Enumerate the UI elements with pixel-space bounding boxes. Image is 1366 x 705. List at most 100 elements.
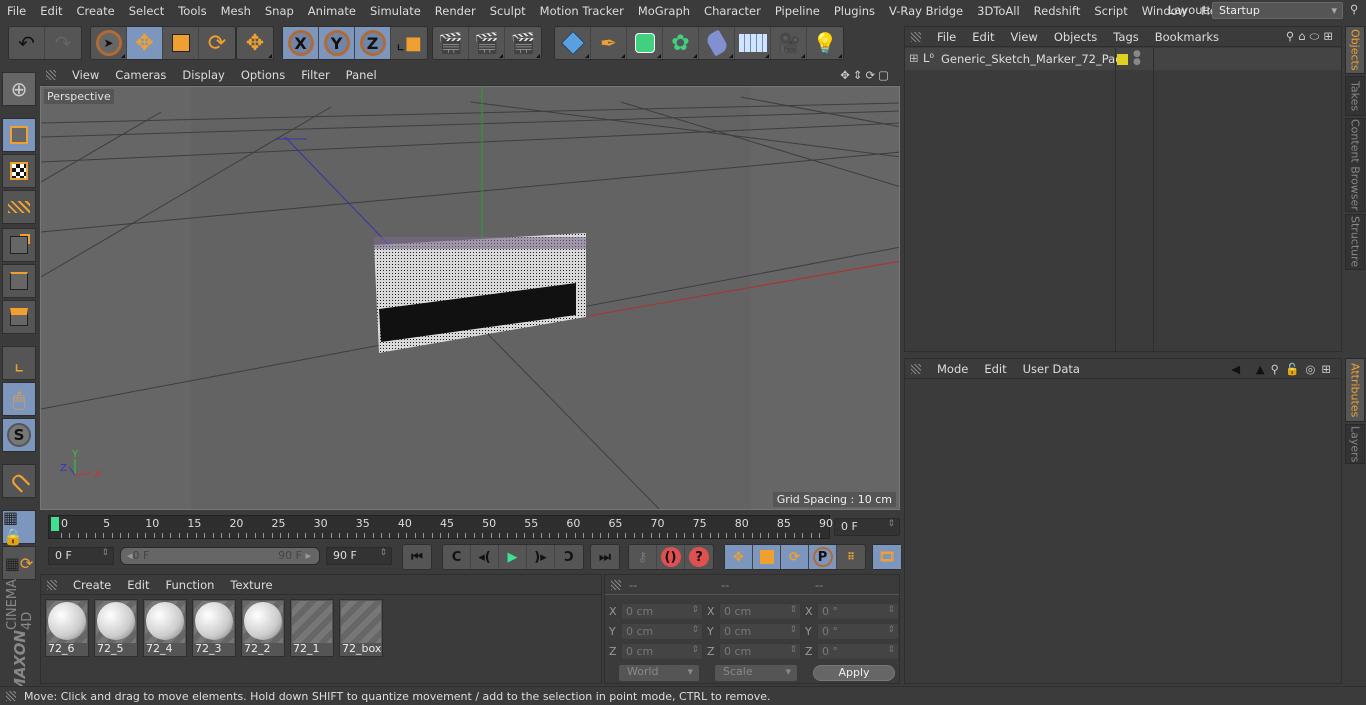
camera-button[interactable]: 🎥 (771, 27, 807, 59)
key-pla-button[interactable]: ⠿ (837, 545, 865, 569)
edges-mode-button[interactable] (2, 264, 36, 298)
menu-mograph[interactable]: MoGraph (631, 4, 697, 18)
autokey-button[interactable]: () (657, 545, 685, 569)
menu-mesh[interactable]: Mesh (214, 4, 258, 18)
cube-button[interactable] (555, 27, 591, 59)
floor-button[interactable] (735, 27, 771, 59)
key-scale-button[interactable] (753, 545, 781, 569)
scale-tool-button[interactable] (163, 27, 199, 59)
coordinate-rot-field[interactable]: 0 ° (817, 603, 899, 620)
record-keys-button[interactable]: ⚷ (629, 545, 657, 569)
menu-render[interactable]: Render (428, 4, 483, 18)
coordinate-pos-field[interactable]: 0 cm (621, 603, 703, 620)
panel-grip-icon[interactable] (47, 579, 57, 590)
layout-select[interactable]: Startup (1212, 2, 1343, 19)
visibility-dots-icon[interactable]: ● ● (1133, 50, 1141, 67)
menu-create[interactable]: Create (70, 4, 122, 18)
texture-mode-button[interactable] (2, 154, 36, 188)
model-mode-button[interactable] (2, 118, 36, 152)
pen-button[interactable]: ✒ (591, 27, 627, 59)
live-select-button[interactable]: ➤ (91, 27, 127, 59)
panel-grip-icon[interactable] (911, 31, 921, 42)
key-position-button[interactable]: ✥ (725, 545, 753, 569)
search-icon[interactable]: ⚲ (1350, 2, 1358, 16)
menu-pipeline[interactable]: Pipeline (768, 4, 827, 18)
material-menu-edit[interactable]: Edit (119, 578, 157, 592)
menu-snap[interactable]: Snap (258, 4, 301, 18)
start-frame-field[interactable]: 0 F ⇕ (48, 547, 114, 565)
expand-icon[interactable]: ⊞ (909, 51, 919, 65)
material-swatch[interactable]: 72_1 (290, 599, 334, 657)
coordinate-mode-dropdown[interactable]: World (619, 665, 699, 681)
tab-takes[interactable]: Takes (1345, 76, 1365, 116)
apply-button[interactable]: Apply (813, 665, 895, 681)
axis-mode-button[interactable]: ⌞ (2, 346, 36, 380)
objects-menu-bookmarks[interactable]: Bookmarks (1147, 30, 1227, 44)
attributes-menu-user-data[interactable]: User Data (1015, 362, 1088, 376)
playhead[interactable] (51, 517, 59, 531)
material-swatch[interactable]: 72_3 (192, 599, 236, 657)
play-button[interactable]: ▶ (499, 545, 527, 569)
panel-grip-icon[interactable] (6, 691, 16, 701)
material-menu-texture[interactable]: Texture (222, 578, 280, 592)
menu-select[interactable]: Select (122, 4, 171, 18)
material-menu-create[interactable]: Create (65, 578, 119, 592)
coordinate-type-dropdown[interactable]: Scale (715, 665, 797, 681)
coordinate-size-field[interactable]: 0 cm (719, 623, 801, 640)
subdivision-button[interactable] (627, 27, 663, 59)
go-to-end-button[interactable]: ⏭ (591, 545, 619, 569)
next-frame-button[interactable]: )▸ (527, 545, 555, 569)
light-button[interactable]: 💡 (807, 27, 843, 59)
render-picture-viewer-button[interactable]: 🎬 (469, 27, 505, 59)
attributes-menu-mode[interactable]: Mode (929, 362, 976, 376)
workplane-mode-button[interactable] (2, 190, 36, 224)
material-swatch[interactable]: 72_6 (45, 599, 89, 657)
render-settings-button[interactable]: 🎬 (505, 27, 541, 59)
coordinate-size-field[interactable]: 0 cm (719, 603, 801, 620)
key-rotation-button[interactable]: ⟳ (781, 545, 809, 569)
menu-animate[interactable]: Animate (301, 4, 363, 18)
material-swatch[interactable]: 72_2 (241, 599, 285, 657)
timeline-ruler[interactable]: 0 5 10 15 20 25 30 35 40 45 50 55 60 65 70 75 80 85 90 (48, 515, 833, 539)
range-slider[interactable]: ◂0 F 90 F ▸ (120, 547, 320, 565)
menu-simulate[interactable]: Simulate (363, 4, 428, 18)
material-swatch[interactable]: 72_4 (143, 599, 187, 657)
objects-toolbar-icons[interactable]: ⚲⌂⬭⊞ (1286, 29, 1337, 44)
go-to-start-button[interactable]: ⏮ (403, 545, 431, 569)
objects-menu-view[interactable]: View (1003, 30, 1046, 44)
recent-tool-button[interactable]: ✥ (237, 27, 273, 59)
viewport-menu-display[interactable]: Display (174, 68, 232, 82)
menu-sculpt[interactable]: Sculpt (483, 4, 533, 18)
material-swatch[interactable]: 72_box (339, 599, 383, 657)
tab-objects[interactable]: Objects (1345, 26, 1365, 74)
menu-3dtoall[interactable]: 3DToAll (970, 4, 1027, 18)
objects-menu-tags[interactable]: Tags (1105, 30, 1146, 44)
menu-vray-bridge[interactable]: V-Ray Bridge (882, 4, 970, 18)
menu-plugins[interactable]: Plugins (827, 4, 882, 18)
objects-menu-objects[interactable]: Objects (1046, 30, 1105, 44)
rotate-tool-button[interactable]: ⟳ (199, 27, 235, 59)
viewport-menu-cameras[interactable]: Cameras (107, 68, 174, 82)
workplane-align-button[interactable]: ▦⟳ (2, 546, 36, 580)
next-key-button[interactable]: Ↄ (555, 545, 583, 569)
viewport-nav-icons[interactable]: ✥⇕⟳▢ (840, 68, 892, 82)
keyframe-selection-button[interactable]: ? (685, 545, 713, 569)
panel-grip-icon[interactable] (46, 70, 56, 80)
material-swatch[interactable]: 72_5 (94, 599, 138, 657)
tweak-mode-button[interactable]: 🖱 (2, 382, 36, 416)
coordinate-pos-field[interactable]: 0 cm (621, 643, 703, 660)
previous-frame-button[interactable]: ◂( (471, 545, 499, 569)
solo-button[interactable]: S (2, 418, 36, 452)
z-axis-button[interactable]: Z (355, 27, 391, 59)
undo-button[interactable]: ↶ (9, 27, 45, 59)
points-mode-button[interactable] (2, 228, 36, 262)
viewport-menu-filter[interactable]: Filter (293, 68, 337, 82)
camera-label[interactable]: Perspective (44, 89, 114, 104)
object-name[interactable]: Generic_Sketch_Marker_72_Pack (941, 52, 1128, 66)
end-frame-field[interactable]: 90 F ⇕ (326, 547, 392, 565)
tab-content-browser[interactable]: Content Browser (1345, 118, 1365, 212)
coordinate-rot-field[interactable]: 0 ° (817, 643, 899, 660)
attributes-menu-edit[interactable]: Edit (976, 362, 1014, 376)
redo-button[interactable]: ↷ (45, 27, 81, 59)
deformer-button[interactable] (699, 27, 735, 59)
